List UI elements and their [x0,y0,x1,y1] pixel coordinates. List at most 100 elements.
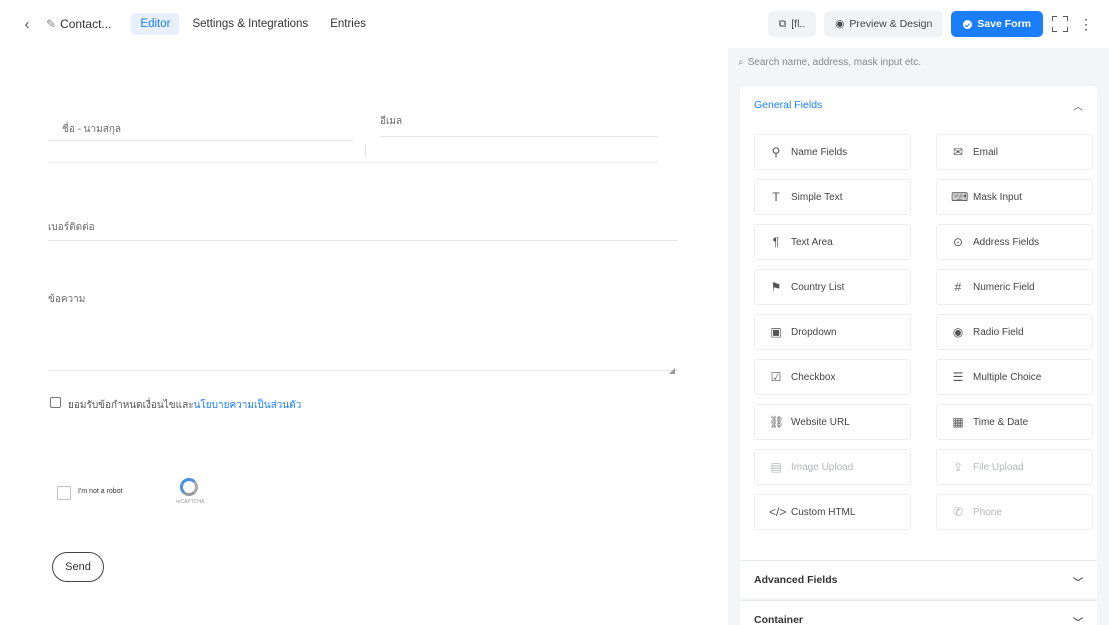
preview-design-button[interactable]: ◉ Preview & Design [824,11,944,37]
toolbar-actions: ⧉ [fl.. ◉ Preview & Design Save Form ⋮ [767,0,1109,48]
list-icon: ☰ [952,370,964,384]
chevron-left-icon[interactable]: ‹ [16,16,38,33]
recaptcha-logo-icon [180,478,198,496]
save-label: Save Form [977,18,1031,30]
email-input[interactable] [380,136,658,137]
message-textarea[interactable] [48,370,678,371]
field-button-custom-html[interactable]: </> Custom HTML [754,494,911,530]
general-fields-section: General Fields ︿ ⚲ Name Fields ✉ Email T Simp… [740,86,1097,561]
save-form-button[interactable]: Save Form [951,11,1043,37]
advanced-fields-section[interactable]: Advanced Fields ﹀ [740,560,1097,598]
upload-icon: ⇪ [952,460,964,474]
field-button-address-fields[interactable]: ⊙ Address Fields [936,224,1093,260]
field-button-email[interactable]: ✉ Email [936,134,1093,170]
column-divider [365,144,366,158]
calendar-icon: ▦ [952,415,964,429]
shortcode-label: [fl.. [791,18,806,30]
consent-checkbox[interactable] [50,397,61,408]
pencil-icon: ✎ [46,17,57,31]
field-button-label: File Upload [973,461,1024,473]
field-button-label: Image Upload [791,461,854,473]
field-button-radio-field[interactable]: ◉ Radio Field [936,314,1093,350]
chevron-up-icon: ︿ [1073,102,1083,113]
user-icon: ⚲ [771,145,781,159]
more-vertical-icon[interactable]: ⋮ [1077,13,1095,35]
first-name-field-label: ชื่อ - นามสกุล [62,124,122,135]
message-field-label: ข้อความ [48,294,86,305]
resize-handle-icon[interactable]: ◢ [669,366,675,375]
send-button[interactable]: Send [52,552,104,582]
field-button-label: Website URL [791,416,850,428]
phone-icon: ✆ [952,505,964,519]
field-button-checkbox[interactable]: ☑ Checkbox [754,359,911,395]
field-button-label: Checkbox [791,371,836,383]
fullscreen-icon[interactable] [1051,13,1069,35]
field-button-phone[interactable]: ✆ Phone [936,494,1093,530]
tab-entries[interactable]: Entries [321,13,375,35]
field-button-mask-input[interactable]: ⌨ Mask Input [936,179,1093,215]
text-icon: T [772,190,780,204]
field-button-label: Text Area [791,236,833,248]
form-canvas: ชื่อ - นามสกุล อีเมล เบอร์ติดต่อ ข้อความ… [0,48,728,625]
privacy-policy-link[interactable]: นโยบายความเป็นส่วนตัว [194,400,302,411]
field-button-country-list[interactable]: ⚑ Country List [754,269,911,305]
hash-icon: # [954,280,962,294]
dropdown-icon: ▣ [770,325,782,339]
field-button-numeric-field[interactable]: # Numeric Field [936,269,1093,305]
flag-icon: ⚑ [770,280,782,294]
field-button-label: Numeric Field [973,281,1035,293]
field-button-simple-text[interactable]: T Simple Text [754,179,911,215]
keyboard-icon: ⌨ [951,190,969,204]
shortcode-button[interactable]: ⧉ [fl.. [767,11,817,37]
field-button-label: Radio Field [973,326,1024,338]
tab-settings-integrations[interactable]: Settings & Integrations [183,13,317,35]
field-button-dropdown[interactable]: ▣ Dropdown [754,314,911,350]
field-button-name-fields[interactable]: ⚲ Name Fields [754,134,911,170]
field-button-image-upload[interactable]: ▤ Image Upload [754,449,911,485]
field-button-text-area[interactable]: ¶ Text Area [754,224,911,260]
link-icon: ⛓ [769,415,785,429]
search-placeholder: Search name, address, mask input etc. [747,56,922,68]
chevron-down-icon: ﹀ [1073,578,1083,589]
search-icon: ⌕ [738,56,744,68]
form-title-text: Contact... [60,17,112,31]
code-icon: </> [769,505,787,519]
field-button-label: Multiple Choice [973,371,1042,383]
field-button-label: Mask Input [973,191,1022,203]
location-icon: ⊙ [952,235,964,249]
recaptcha-brand: reCAPTCHA [176,499,205,505]
fields-panel: ⌕ Search name, address, mask input etc. … [728,48,1109,625]
recaptcha-widget: I'm not a robot reCAPTCHA [52,474,222,518]
check-circle-icon [963,19,973,29]
field-button-label: Phone [973,506,1002,518]
eye-icon: ◉ [835,18,845,30]
field-button-time-date[interactable]: ▦ Time & Date [936,404,1093,440]
field-button-multiple-choice[interactable]: ☰ Multiple Choice [936,359,1093,395]
consent-label: ยอมรับข้อกำหนดเงื่อนไขและ [68,400,194,411]
field-button-label: Name Fields [791,146,848,158]
tab-editor[interactable]: Editor [131,13,180,35]
top-bar: ‹ ✎ Contact... Editor Settings & Integra… [0,0,1109,48]
chevron-down-icon: ﹀ [1073,618,1083,625]
recaptcha-checkbox[interactable] [57,486,71,500]
first-name-input[interactable] [48,140,353,141]
image-icon: ▤ [770,460,782,474]
field-button-label: Custom HTML [791,506,856,518]
container-section[interactable]: Container ﹀ [740,600,1097,625]
phone-input[interactable] [48,240,678,241]
radio-icon: ◉ [952,325,964,339]
field-button-website-url[interactable]: ⛓ Website URL [754,404,911,440]
advanced-fields-title: Advanced Fields [754,573,838,586]
consent-text: ยอมรับข้อกำหนดเงื่อนไขและนโยบายความเป็นส… [68,398,301,413]
field-button-label: Email [973,146,999,158]
field-button-file-upload[interactable]: ⇪ File Upload [936,449,1093,485]
form-title[interactable]: ✎ Contact... [46,17,111,31]
email-field-label: อีเมล [380,116,403,127]
tab-bar: Editor Settings & Integrations Entries [131,13,375,35]
search-input[interactable]: ⌕ Search name, address, mask input etc. [738,52,1098,72]
copy-icon: ⧉ [778,17,787,30]
general-fields-header[interactable]: General Fields ︿ [740,86,1097,124]
preview-label: Preview & Design [849,18,933,30]
field-button-label: Country List [791,281,845,293]
checkbox-icon: ☑ [770,370,782,384]
